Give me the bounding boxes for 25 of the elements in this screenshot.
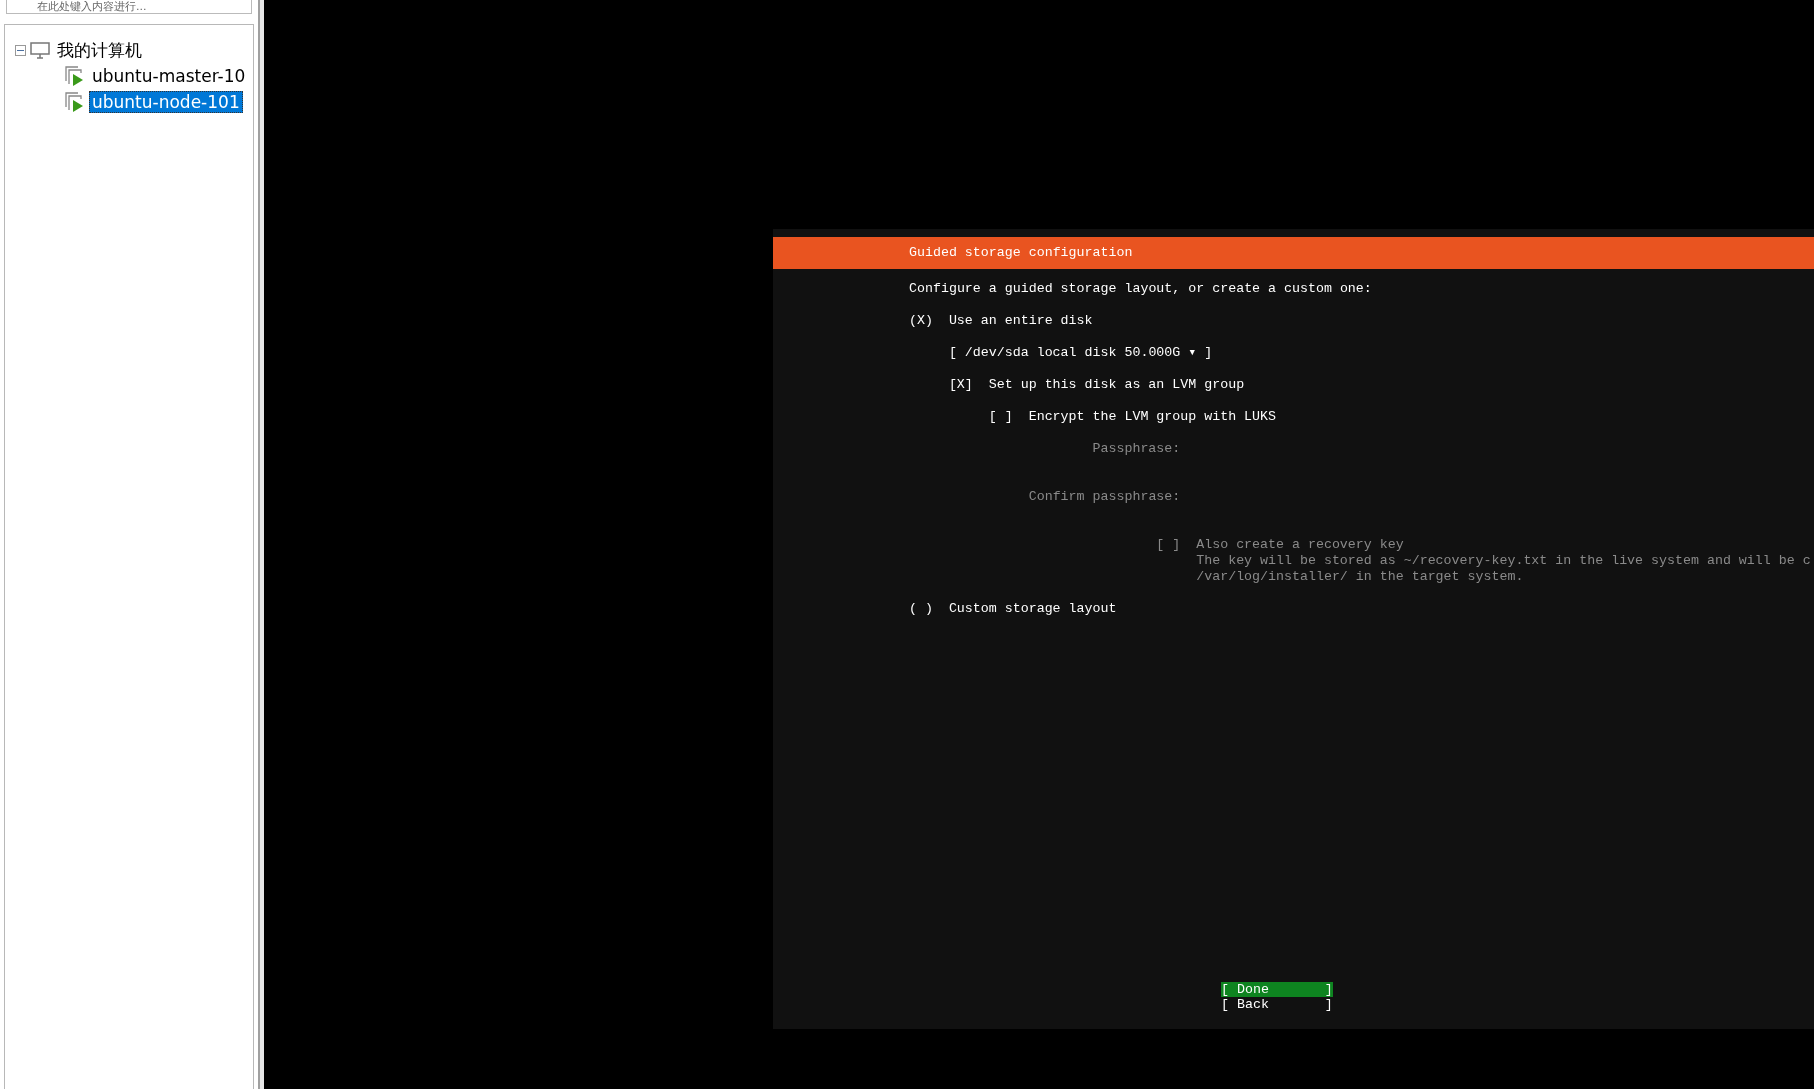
virtual-machine-icon — [65, 66, 85, 86]
collapse-toggle[interactable] — [15, 44, 26, 56]
field-label: Confirm passphrase: — [1028, 489, 1181, 506]
option-label: Use an entire disk — [948, 313, 1093, 329]
tree-item[interactable]: 我的计算机 — [54, 37, 145, 63]
prompt-text: Configure a guided storage layout, or create a custom one: — [909, 281, 1373, 297]
action-button[interactable]: [ Done ] — [1221, 982, 1333, 997]
option-label: Encrypt the LVM group with LUKS — [1028, 409, 1277, 425]
option-label: Custom storage layout — [948, 601, 1117, 617]
disk-dropdown[interactable]: [ /dev/sda local disk 50.000G ▾ ] — [948, 345, 1213, 361]
radio-button[interactable]: ( ) — [909, 601, 949, 617]
checkbox[interactable]: [X] — [948, 377, 989, 393]
option-description: The key will be stored as ~/recovery-key.txt in the live system and will be c /var/log/installer/ in the target system. — [1196, 553, 1812, 585]
field-label: Passphrase: — [1091, 441, 1181, 458]
tree-item[interactable]: ubuntu-master-10 — [89, 65, 249, 87]
virtual-machine-icon — [65, 92, 85, 112]
screen-title: Guided storage configuration — [909, 245, 1133, 261]
option-label: Set up this disk as an LVM group — [988, 377, 1245, 393]
tree-item[interactable]: ubuntu-node-101 — [89, 91, 243, 113]
option-label: Also create a recovery key — [1196, 537, 1405, 553]
action-button[interactable]: [ Back ] — [1221, 997, 1333, 1012]
radio-button[interactable]: (X) — [909, 313, 949, 329]
checkbox[interactable]: [ ] — [988, 409, 1029, 425]
search-field[interactable]: 在此处键入内容进行... — [6, 0, 252, 14]
monitor-icon — [30, 41, 50, 59]
